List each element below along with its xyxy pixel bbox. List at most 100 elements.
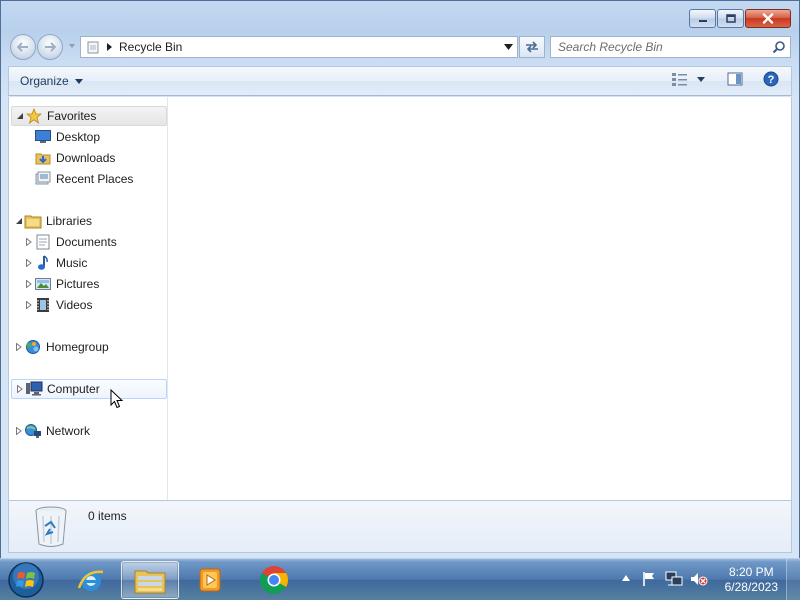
minimize-button[interactable] — [689, 9, 716, 28]
expand-arrow-icon[interactable] — [24, 259, 34, 267]
taskbar-media-player[interactable] — [181, 561, 239, 599]
address-dropdown-icon[interactable] — [504, 44, 513, 50]
taskbar-clock[interactable]: 8:20 PM 6/28/2023 — [725, 565, 778, 595]
nav-item-homegroup[interactable]: Homegroup — [11, 337, 167, 357]
expand-arrow-icon[interactable] — [24, 301, 34, 309]
main-area: Favorites Desktop Downloads Recent Place… — [8, 97, 792, 500]
collapse-arrow-icon[interactable] — [15, 112, 25, 120]
pictures-label: Pictures — [56, 277, 100, 291]
nav-item-recent-places[interactable]: Recent Places — [11, 169, 167, 189]
nav-item-favorites[interactable]: Favorites — [11, 106, 167, 126]
nav-item-videos[interactable]: Videos — [11, 295, 167, 315]
volume-button[interactable] — [690, 571, 708, 587]
recent-places-icon — [34, 171, 52, 187]
navigation-pane[interactable]: Favorites Desktop Downloads Recent Place… — [9, 97, 168, 500]
command-bar: Organize ? — [8, 66, 792, 96]
address-bar[interactable]: Recycle Bin — [80, 36, 518, 58]
nav-item-downloads[interactable]: Downloads — [11, 148, 167, 168]
back-arrow-icon — [17, 42, 28, 52]
expand-arrow-icon[interactable] — [15, 385, 25, 393]
network-status-icon — [665, 571, 683, 586]
minimize-icon — [698, 19, 707, 22]
nav-item-libraries[interactable]: Libraries — [11, 211, 167, 231]
chrome-icon — [260, 566, 288, 594]
favorites-star-icon — [25, 108, 43, 124]
search-box[interactable] — [550, 36, 791, 58]
videos-icon — [34, 297, 52, 313]
favorites-label: Favorites — [47, 109, 97, 123]
expand-arrow-icon[interactable] — [14, 427, 24, 435]
organize-menu-button[interactable]: Organize — [20, 74, 83, 88]
nav-item-documents[interactable]: Documents — [11, 232, 167, 252]
nav-item-pictures[interactable]: Pictures — [11, 274, 167, 294]
libraries-icon — [24, 213, 42, 229]
nav-item-computer[interactable]: Computer — [11, 379, 167, 399]
computer-icon — [25, 381, 43, 397]
breadcrumb-arrow-icon[interactable] — [107, 43, 112, 51]
recent-places-label: Recent Places — [56, 172, 134, 186]
homegroup-icon — [24, 339, 42, 355]
close-button[interactable] — [745, 9, 791, 28]
volume-muted-icon — [691, 573, 708, 586]
network-status-button[interactable] — [665, 571, 683, 587]
clock-date: 6/28/2023 — [724, 580, 778, 594]
search-input[interactable] — [551, 37, 761, 57]
homegroup-label: Homegroup — [46, 340, 109, 354]
navigation-row: Recycle Bin — [1, 33, 799, 61]
expand-arrow-icon[interactable] — [14, 343, 24, 351]
recycle-bin-icon — [35, 506, 67, 547]
back-button[interactable] — [10, 34, 36, 60]
address-location[interactable]: Recycle Bin — [119, 40, 182, 54]
item-count: 0 items — [88, 509, 127, 523]
explorer-window: Recycle Bin Organize ? — [0, 0, 800, 558]
forward-button[interactable] — [37, 34, 63, 60]
view-options-icon — [672, 73, 687, 86]
expand-arrow-icon[interactable] — [24, 238, 34, 246]
chevron-down-icon — [74, 78, 83, 84]
computer-label: Computer — [47, 382, 100, 396]
start-button[interactable] — [6, 560, 46, 600]
taskbar-internet-explorer[interactable] — [62, 561, 120, 599]
show-hidden-icons-button[interactable] — [622, 575, 630, 581]
show-desktop-button[interactable] — [786, 559, 800, 600]
preview-pane-button[interactable] — [727, 72, 743, 86]
navigation-buttons — [10, 34, 78, 60]
change-view-button[interactable] — [671, 71, 705, 87]
libraries-label: Libraries — [46, 214, 93, 228]
expand-arrow-icon[interactable] — [24, 280, 34, 288]
help-button[interactable]: ? — [763, 71, 779, 87]
refresh-button[interactable] — [519, 36, 545, 58]
media-player-icon — [199, 568, 221, 592]
videos-label: Videos — [56, 298, 93, 312]
preview-pane-icon — [727, 72, 743, 86]
taskbar-windows-explorer[interactable] — [121, 561, 179, 599]
refresh-icon — [526, 41, 538, 53]
svg-text:?: ? — [768, 74, 775, 86]
search-icon[interactable] — [772, 40, 786, 54]
forward-arrow-icon — [45, 42, 56, 52]
clock-time: 8:20 PM — [728, 565, 774, 579]
maximize-icon — [725, 14, 736, 23]
title-bar[interactable] — [1, 1, 799, 31]
action-center-button[interactable] — [641, 571, 657, 587]
action-center-flag-icon — [643, 572, 654, 586]
nav-item-desktop[interactable]: Desktop — [11, 127, 167, 147]
recent-pages-dropdown-icon[interactable] — [68, 43, 76, 49]
file-list-area[interactable] — [169, 97, 791, 500]
organize-label: Organize — [20, 74, 69, 88]
taskbar: 8:20 PM 6/28/2023 — [0, 558, 800, 600]
downloads-icon — [34, 150, 52, 166]
window-controls — [689, 9, 791, 28]
nav-item-music[interactable]: Music — [11, 253, 167, 273]
taskbar-chrome[interactable] — [245, 561, 303, 599]
documents-icon — [34, 234, 52, 250]
help-icon: ? — [763, 71, 779, 87]
pictures-icon — [34, 276, 52, 292]
windows-orb-icon — [8, 562, 44, 598]
system-tray: 8:20 PM 6/28/2023 — [620, 559, 800, 600]
collapse-arrow-icon[interactable] — [14, 217, 24, 225]
music-label: Music — [56, 256, 88, 270]
desktop-label: Desktop — [56, 130, 101, 144]
maximize-button[interactable] — [717, 9, 744, 28]
nav-item-network[interactable]: Network — [11, 421, 167, 441]
